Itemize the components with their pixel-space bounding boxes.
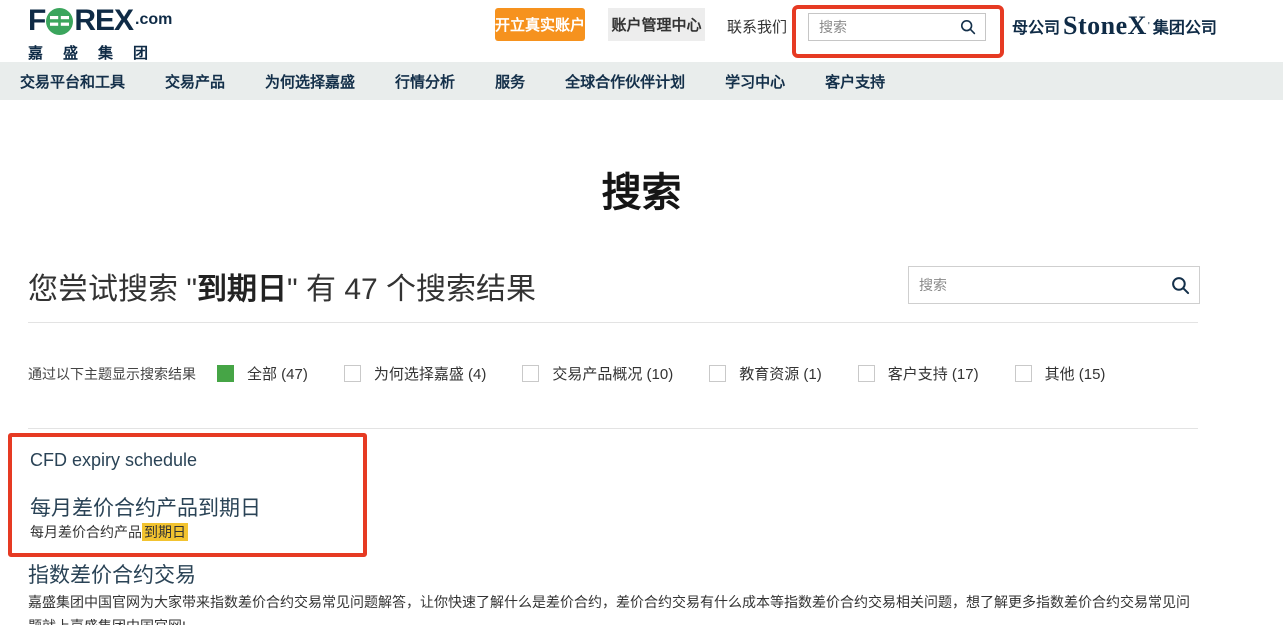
filter-all[interactable]: 全部 (47) xyxy=(217,363,308,384)
nav-item-trading-platforms[interactable]: 交易平台和工具 xyxy=(20,71,125,92)
checkbox-icon[interactable] xyxy=(217,365,234,382)
forex-globe-icon xyxy=(46,8,73,35)
topic-filters: 通过以下主题显示搜索结果 全部 (47) 为何选择嘉盛 (4) 交易产品概况 (… xyxy=(28,363,1141,384)
filter-education-resources[interactable]: 教育资源 (1) xyxy=(709,363,822,384)
stonex-logo: StoneX xyxy=(1063,13,1147,39)
result-description: 嘉盛集团中国官网为大家带来指数差价合约交易常见问题解答，让你快速了解什么是差价合… xyxy=(28,590,1194,625)
snippet-highlight: 到期日 xyxy=(142,523,188,541)
filter-label: 客户支持 (17) xyxy=(888,363,979,384)
logo-cn-char: 集 xyxy=(98,42,113,63)
snippet-text: 每月差价合约产品 xyxy=(30,524,142,540)
logo-tld: .com xyxy=(135,5,172,35)
divider xyxy=(28,322,1198,323)
result-category-link[interactable]: CFD expiry schedule xyxy=(30,450,197,471)
logo-cn-char: 团 xyxy=(133,42,148,63)
summary-prefix: 您尝试搜索 " xyxy=(28,273,197,306)
filter-label: 交易产品概况 (10) xyxy=(552,363,673,384)
account-management-button[interactable]: 账户管理中心 xyxy=(608,8,705,41)
search-icon[interactable] xyxy=(1171,276,1190,295)
filter-other[interactable]: 其他 (15) xyxy=(1015,363,1106,384)
checkbox-icon[interactable] xyxy=(858,365,875,382)
summary-count: 47 xyxy=(344,273,377,306)
checkbox-icon[interactable] xyxy=(1015,365,1032,382)
checkbox-icon[interactable] xyxy=(522,365,539,382)
header-search-input[interactable] xyxy=(809,19,960,35)
filter-customer-support[interactable]: 客户支持 (17) xyxy=(858,363,979,384)
logo-chinese-name: 嘉 盛 集 团 xyxy=(28,42,148,63)
filter-label: 为何选择嘉盛 (4) xyxy=(374,363,487,384)
parent-company-suffix: 集团公司 xyxy=(1153,14,1217,38)
filters-label: 通过以下主题显示搜索结果 xyxy=(28,364,196,384)
result-snippet: 每月差价合约产品到期日 xyxy=(30,522,188,542)
forex-logo[interactable]: F REX .com 嘉 盛 集 团 xyxy=(28,5,172,63)
open-live-account-button[interactable]: 开立真实账户 xyxy=(495,8,585,41)
forex-wordmark: F REX .com xyxy=(28,5,172,37)
parent-company-prefix: 母公司 xyxy=(1012,14,1060,38)
results-search-box[interactable] xyxy=(908,266,1200,304)
summary-suffix: 个搜索结果 xyxy=(378,273,536,306)
filter-products-overview[interactable]: 交易产品概况 (10) xyxy=(522,363,673,384)
page-title: 搜索 xyxy=(0,160,1283,218)
search-icon[interactable] xyxy=(960,19,976,35)
filter-why-choose-us[interactable]: 为何选择嘉盛 (4) xyxy=(344,363,487,384)
nav-item-customer-support[interactable]: 客户支持 xyxy=(825,71,885,92)
nav-item-trading-products[interactable]: 交易产品 xyxy=(165,71,225,92)
filter-label: 其他 (15) xyxy=(1045,363,1106,384)
nav-item-why-choose-us[interactable]: 为何选择嘉盛 xyxy=(265,71,355,92)
checkbox-icon[interactable] xyxy=(709,365,726,382)
summary-query: 到期日 xyxy=(197,273,287,306)
results-search-input[interactable] xyxy=(909,277,1171,293)
result-title-link[interactable]: 每月差价合约产品到期日 xyxy=(30,492,261,522)
summary-middle: " 有 xyxy=(287,273,344,306)
search-results-page: F REX .com 嘉 盛 集 团 开立真实账户 账户管理中心 联系我们 xyxy=(0,0,1283,625)
nav-item-learning-center[interactable]: 学习中心 xyxy=(725,71,785,92)
stonex-trademark: ' xyxy=(1148,22,1150,32)
results-summary: 您尝试搜索 "到期日" 有 47 个搜索结果 xyxy=(28,264,536,308)
header-search-box[interactable] xyxy=(808,13,986,41)
filter-label: 教育资源 (1) xyxy=(739,363,822,384)
divider xyxy=(28,428,1198,429)
nav-item-partner-program[interactable]: 全球合作伙伴计划 xyxy=(565,71,685,92)
filter-label: 全部 (47) xyxy=(247,363,308,384)
nav-item-services[interactable]: 服务 xyxy=(495,71,525,92)
contact-us-link[interactable]: 联系我们 xyxy=(727,16,787,37)
parent-company-label: 母公司 StoneX ' 集团公司 xyxy=(1012,10,1217,42)
logo-cn-char: 嘉 xyxy=(28,42,43,63)
logo-letters-rex: REX xyxy=(74,6,133,36)
main-nav: 交易平台和工具 交易产品 为何选择嘉盛 行情分析 服务 全球合作伙伴计划 学习中… xyxy=(0,62,1283,100)
checkbox-icon[interactable] xyxy=(344,365,361,382)
logo-cn-char: 盛 xyxy=(63,42,78,63)
result-title-link[interactable]: 指数差价合约交易 xyxy=(28,559,196,589)
nav-item-market-analysis[interactable]: 行情分析 xyxy=(395,71,455,92)
logo-letter-f: F xyxy=(28,6,45,36)
